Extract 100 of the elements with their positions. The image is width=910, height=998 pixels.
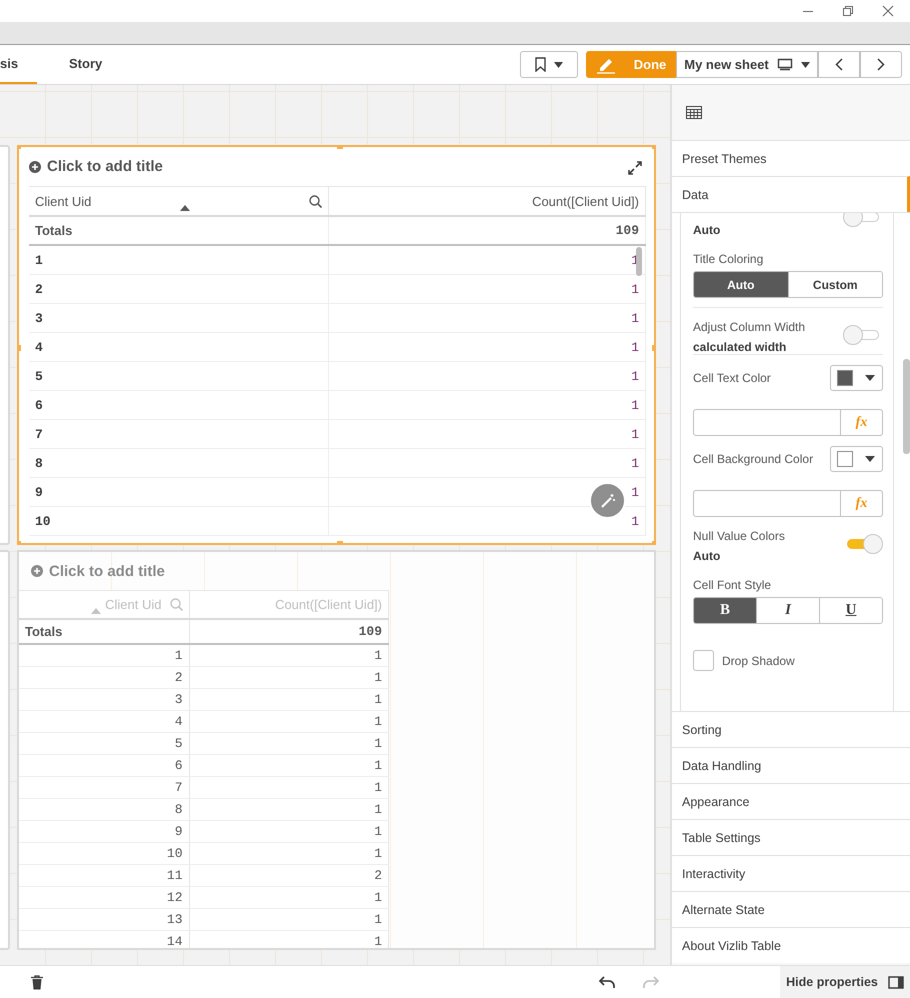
sort-icon[interactable] bbox=[180, 204, 190, 210]
totals-label: Totals bbox=[19, 619, 189, 644]
totals-label: Totals bbox=[29, 216, 328, 245]
property-section[interactable]: Sorting bbox=[672, 711, 910, 747]
table-cell: 1 bbox=[189, 930, 388, 948]
segment-button[interactable]: B bbox=[694, 598, 756, 623]
add-icon[interactable] bbox=[31, 565, 43, 577]
restore-icon[interactable] bbox=[842, 5, 854, 17]
totals-value: 109 bbox=[189, 619, 388, 644]
add-icon[interactable] bbox=[29, 160, 41, 172]
table-cell: 1 bbox=[328, 420, 646, 448]
color-picker[interactable] bbox=[830, 446, 883, 472]
expand-icon[interactable] bbox=[628, 161, 642, 175]
caret-icon bbox=[800, 62, 810, 68]
setting-label: Cell Text Color bbox=[693, 371, 771, 385]
table-cell: 1 bbox=[189, 710, 388, 732]
property-section[interactable]: About Vizlib Table bbox=[672, 927, 910, 963]
delete-button[interactable] bbox=[31, 974, 43, 990]
undo-button[interactable] bbox=[599, 976, 615, 988]
bookmark-button[interactable] bbox=[520, 51, 578, 78]
table-icon[interactable] bbox=[686, 106, 702, 119]
setting-value: calculated width bbox=[693, 340, 788, 354]
caret-icon bbox=[554, 62, 563, 68]
property-section[interactable]: Alternate State bbox=[672, 891, 910, 927]
search-icon[interactable] bbox=[308, 194, 322, 208]
property-section[interactable]: Table Settings bbox=[672, 819, 910, 855]
tab[interactable]: Story bbox=[69, 45, 102, 84]
table-cell: 11 bbox=[19, 864, 189, 886]
table-cell: 7 bbox=[29, 420, 328, 448]
column-header[interactable]: Client Uid bbox=[29, 186, 328, 216]
setting-value: Auto bbox=[693, 549, 722, 563]
next-sheet-button[interactable] bbox=[860, 51, 902, 78]
table-cell: 4 bbox=[29, 332, 328, 362]
table-cell: 1 bbox=[189, 776, 388, 798]
table-cell: 1 bbox=[189, 732, 388, 754]
totals-value: 109 bbox=[328, 216, 646, 245]
expression-field[interactable] bbox=[693, 490, 841, 517]
table-cell: 13 bbox=[19, 908, 189, 930]
checkbox-label: Drop Shadow bbox=[722, 654, 795, 668]
setting-value: Auto bbox=[693, 223, 720, 237]
table-cell: 1 bbox=[189, 688, 388, 710]
table-cell: 6 bbox=[29, 390, 328, 420]
table-cell: 1 bbox=[19, 644, 189, 666]
screen-icon bbox=[776, 58, 793, 71]
property-section[interactable]: Data Handling bbox=[672, 747, 910, 783]
table-cell: 5 bbox=[29, 362, 328, 390]
table-cell: 1 bbox=[328, 390, 646, 420]
column-header[interactable]: Count([Client Uid]) bbox=[328, 186, 646, 216]
table-cell: 9 bbox=[19, 820, 189, 842]
table-cell: 5 bbox=[19, 732, 189, 754]
table-cell: 1 bbox=[189, 754, 388, 776]
table-cell: 2 bbox=[189, 864, 388, 886]
table-cell: 1 bbox=[328, 362, 646, 390]
property-section[interactable]: Preset Themes bbox=[672, 140, 910, 176]
table-cell: 1 bbox=[189, 820, 388, 842]
segment-button[interactable]: Auto bbox=[694, 272, 788, 297]
table-card[interactable]: Click to add title Client Uid Count([Client Uid]) Totals 109 1 1 2 1 3 1 4 1 5 1 6 1 7 1 8 1 9 1 10 1 11 2 12 1 13 1 14 1 bbox=[17, 550, 656, 950]
table-cell: 8 bbox=[19, 798, 189, 820]
segment-button[interactable]: U bbox=[819, 598, 882, 623]
property-section[interactable]: Appearance bbox=[672, 783, 910, 819]
scrollbar-thumb[interactable] bbox=[903, 359, 910, 454]
color-picker[interactable] bbox=[830, 365, 883, 391]
table-cell: 1 bbox=[189, 798, 388, 820]
trash-icon bbox=[31, 974, 43, 990]
table-cell: 4 bbox=[19, 710, 189, 732]
redo-button[interactable] bbox=[643, 976, 659, 988]
undo-icon bbox=[599, 976, 615, 988]
setting-label: Null Value Colors bbox=[693, 529, 785, 543]
table-cell: 2 bbox=[19, 666, 189, 688]
property-section[interactable]: Interactivity bbox=[672, 855, 910, 891]
bookmark-icon bbox=[535, 57, 546, 72]
table-cell: 1 bbox=[189, 644, 388, 666]
panel-icon bbox=[888, 976, 904, 988]
chart-title-placeholder[interactable]: Click to add title bbox=[47, 158, 163, 175]
checkbox[interactable] bbox=[693, 650, 714, 671]
sheet-menu-button[interactable]: My new sheet bbox=[676, 51, 818, 78]
hide-properties-button[interactable]: Hide properties bbox=[780, 966, 910, 998]
caret-icon bbox=[865, 456, 875, 462]
table-cell: 1 bbox=[189, 666, 388, 688]
chevron-right-icon bbox=[877, 58, 885, 71]
table-cell: 3 bbox=[29, 304, 328, 332]
table-cell: 6 bbox=[19, 754, 189, 776]
previous-sheet-button[interactable] bbox=[818, 51, 860, 78]
scrollbar-thumb[interactable] bbox=[636, 247, 642, 276]
table-cell: 1 bbox=[328, 274, 646, 304]
table-cell: 9 bbox=[29, 478, 328, 506]
table-cell: 1 bbox=[189, 908, 388, 930]
table-cell: 1 bbox=[328, 448, 646, 478]
setting-label: Cell Background Color bbox=[693, 452, 814, 466]
table-cell: 1 bbox=[189, 886, 388, 908]
property-section[interactable]: Data bbox=[672, 176, 910, 212]
segment-button[interactable]: Custom bbox=[788, 272, 882, 297]
table-cell: 12 bbox=[19, 886, 189, 908]
table-cell: 1 bbox=[29, 245, 328, 274]
redo-icon bbox=[643, 976, 659, 988]
table-cell: 3 bbox=[19, 688, 189, 710]
table-cell: 7 bbox=[19, 776, 189, 798]
close-icon[interactable] bbox=[882, 5, 894, 17]
caret-icon bbox=[865, 375, 875, 381]
expression-field[interactable] bbox=[693, 409, 841, 436]
